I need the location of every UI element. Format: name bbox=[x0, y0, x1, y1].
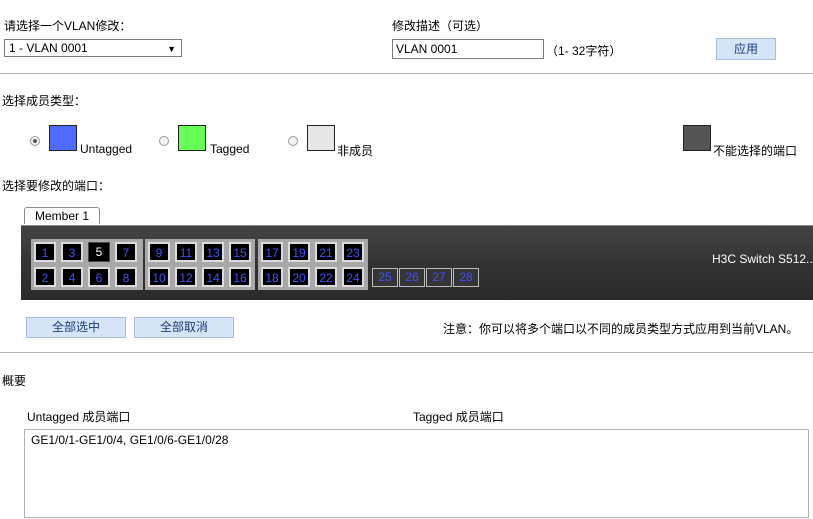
port-25[interactable]: 25 bbox=[372, 268, 398, 287]
untagged-swatch bbox=[49, 125, 77, 151]
port-20[interactable]: 20 bbox=[288, 267, 310, 287]
port-16[interactable]: 16 bbox=[229, 267, 251, 287]
radio-non-member[interactable] bbox=[288, 136, 298, 146]
port-17[interactable]: 17 bbox=[261, 242, 283, 262]
radio-untagged[interactable] bbox=[30, 136, 40, 146]
port-2[interactable]: 2 bbox=[34, 267, 56, 287]
port-15[interactable]: 15 bbox=[229, 242, 251, 262]
port-14[interactable]: 14 bbox=[202, 267, 224, 287]
untagged-members-header: Untagged 成员端口 bbox=[27, 410, 131, 424]
switch-name: H3C Switch S512... bbox=[712, 252, 813, 266]
port-4[interactable]: 4 bbox=[61, 267, 83, 287]
vlan-select-label: 请选择一个VLAN修改： bbox=[4, 19, 132, 33]
non-member-swatch bbox=[307, 125, 335, 151]
port-11[interactable]: 11 bbox=[175, 242, 197, 262]
port-24[interactable]: 24 bbox=[342, 267, 364, 287]
select-all-button[interactable]: 全部选中 bbox=[26, 317, 126, 338]
radio-tagged[interactable] bbox=[159, 136, 169, 146]
ports-label: 选择要修改的端口： bbox=[2, 179, 111, 193]
port-9[interactable]: 9 bbox=[148, 242, 170, 262]
divider bbox=[0, 73, 813, 74]
summary-label: 概要 bbox=[2, 374, 27, 388]
summary-box: GE1/0/1-GE1/0/4, GE1/0/6-GE1/0/28 bbox=[24, 429, 809, 518]
port-18[interactable]: 18 bbox=[261, 267, 283, 287]
port-5[interactable]: 5 bbox=[88, 242, 110, 262]
vlan-select[interactable]: 1 - VLAN 0001 ▼ bbox=[4, 39, 182, 57]
port-26[interactable]: 26 bbox=[399, 268, 425, 287]
tagged-option-label: Tagged bbox=[210, 142, 250, 156]
untagged-option-label: Untagged bbox=[80, 142, 133, 156]
tab-member-1[interactable]: Member 1 bbox=[24, 207, 100, 224]
port-7[interactable]: 7 bbox=[115, 242, 137, 262]
apply-button[interactable]: 应用 bbox=[716, 38, 776, 60]
divider bbox=[0, 352, 813, 353]
description-input[interactable] bbox=[392, 39, 544, 59]
vlan-select-value: 1 - VLAN 0001 bbox=[9, 41, 88, 55]
non-member-option-label: 非成员 bbox=[337, 144, 374, 158]
note-text: 注意：你可以将多个端口以不同的成员类型方式应用到当前VLAN。 bbox=[443, 322, 799, 336]
chevron-down-icon: ▼ bbox=[167, 44, 176, 54]
unselectable-label: 不能选择的端口 bbox=[713, 144, 798, 158]
member-type-label: 选择成员类型： bbox=[2, 94, 87, 108]
tagged-swatch bbox=[178, 125, 206, 151]
port-22[interactable]: 22 bbox=[315, 267, 337, 287]
port-10[interactable]: 10 bbox=[148, 267, 170, 287]
port-23[interactable]: 23 bbox=[342, 242, 364, 262]
port-19[interactable]: 19 bbox=[288, 242, 310, 262]
description-hint: （1- 32字符） bbox=[546, 44, 622, 58]
port-6[interactable]: 6 bbox=[88, 267, 110, 287]
unselectable-swatch bbox=[683, 125, 711, 151]
deselect-all-button[interactable]: 全部取消 bbox=[134, 317, 234, 338]
port-8[interactable]: 8 bbox=[115, 267, 137, 287]
port-13[interactable]: 13 bbox=[202, 242, 224, 262]
tagged-members-header: Tagged 成员端口 bbox=[413, 410, 504, 424]
description-label: 修改描述（可选） bbox=[392, 19, 489, 33]
port-3[interactable]: 3 bbox=[61, 242, 83, 262]
untagged-members-value: GE1/0/1-GE1/0/4, GE1/0/6-GE1/0/28 bbox=[31, 433, 229, 447]
port-21[interactable]: 21 bbox=[315, 242, 337, 262]
port-12[interactable]: 12 bbox=[175, 267, 197, 287]
switch-panel: 1 3 5 7 9 11 13 15 17 19 21 23 2 4 6 8 10 12 14 16 18 20 22 24 2… bbox=[21, 225, 813, 300]
port-28[interactable]: 28 bbox=[453, 268, 479, 287]
port-1[interactable]: 1 bbox=[34, 242, 56, 262]
port-27[interactable]: 27 bbox=[426, 268, 452, 287]
